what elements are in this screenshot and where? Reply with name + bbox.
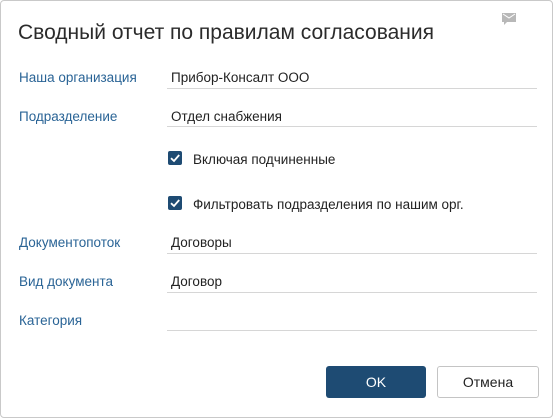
department-underline <box>167 126 537 127</box>
organization-underline <box>167 88 537 89</box>
department-label: Подразделение <box>19 109 118 124</box>
document-flow-field[interactable]: Договоры <box>171 235 232 250</box>
checkmark-icon <box>170 154 180 163</box>
ok-button[interactable]: OK <box>326 366 426 398</box>
filter-departments-label[interactable]: Фильтровать подразделения по нашим орг. <box>193 197 464 212</box>
category-label: Категория <box>19 313 83 328</box>
message-icon[interactable] <box>502 12 516 25</box>
department-field[interactable]: Отдел снабжения <box>171 109 282 124</box>
filter-departments-checkbox[interactable] <box>168 196 182 210</box>
document-type-underline <box>167 292 537 293</box>
dialog-title: Сводный отчет по правилам согласования <box>18 21 434 44</box>
organization-field[interactable]: Прибор-Консалт ООО <box>171 70 309 85</box>
document-type-field[interactable]: Договор <box>171 274 222 289</box>
document-type-label: Вид документа <box>19 274 113 289</box>
checkmark-icon <box>170 199 180 208</box>
category-underline <box>167 330 537 331</box>
cancel-button[interactable]: Отмена <box>437 366 539 398</box>
organization-label: Наша организация <box>19 70 137 85</box>
document-flow-label: Документопоток <box>19 235 121 250</box>
document-flow-underline <box>167 253 537 254</box>
include-subordinate-label[interactable]: Включая подчиненные <box>193 152 335 167</box>
report-dialog: Сводный отчет по правилам согласования Н… <box>0 0 553 418</box>
include-subordinate-checkbox[interactable] <box>168 151 182 165</box>
